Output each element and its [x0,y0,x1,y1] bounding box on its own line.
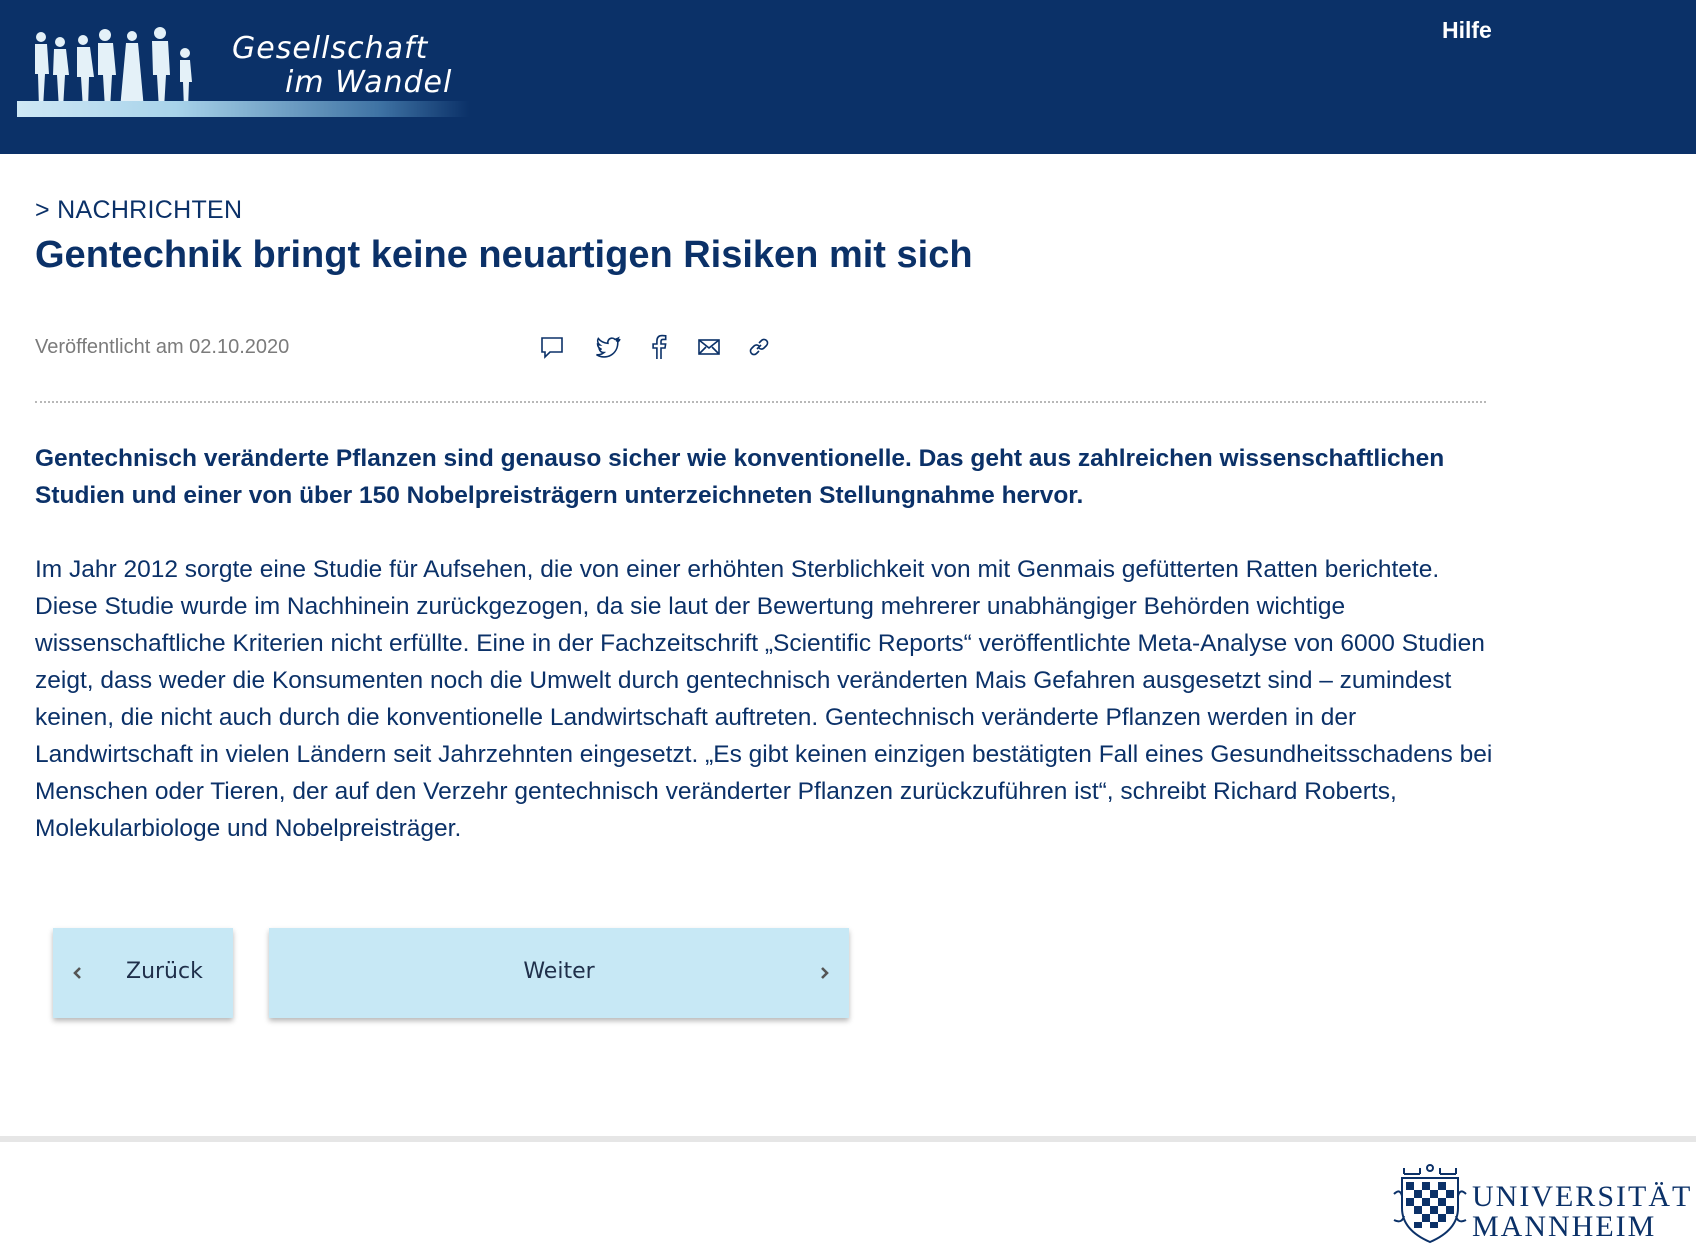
facebook-icon[interactable] [646,334,672,360]
footer-divider [0,1136,1696,1142]
chevron-right-icon [821,967,829,979]
article-lead: Gentechnisch veränderte Pflanzen sind ge… [35,445,1445,509]
university-name-line1: UNIVERSITÄT [1472,1180,1693,1213]
universitaet-mannheim-logo: UNIVERSITÄT MANNHEIM [1390,1160,1690,1250]
back-button-label: Zurück [126,959,203,984]
university-name-line2: MANNHEIM [1472,1210,1657,1243]
twitter-icon[interactable] [596,334,622,360]
back-button[interactable]: Zurück [53,928,233,1018]
page-title: Gentechnik bringt keine neuartigen Risik… [35,234,973,276]
breadcrumb: > NACHRICHTEN [35,196,243,224]
gesellschaft-im-wandel-logo[interactable]: Gesellschaft im Wandel [17,13,469,121]
mail-icon[interactable] [696,334,722,360]
link-icon[interactable] [746,334,772,360]
logo-text-line2: im Wandel [285,65,453,100]
published-date: Veröffentlicht am 02.10.2020 [35,336,290,358]
university-crest-icon [1393,1164,1467,1244]
site-header: Gesellschaft im Wandel Hilfe [0,0,1696,154]
comment-icon[interactable] [539,334,565,360]
logo-stripe [17,101,469,117]
next-button-label: Weiter [523,959,595,984]
article-body: Im Jahr 2012 sorgte eine Studie für Aufs… [35,556,1493,842]
next-button[interactable]: Weiter [269,928,849,1018]
chevron-left-icon [73,967,81,979]
divider [35,401,1486,403]
logo-text-line1: Gesellschaft [232,31,429,66]
help-link[interactable]: Hilfe [1442,17,1492,44]
